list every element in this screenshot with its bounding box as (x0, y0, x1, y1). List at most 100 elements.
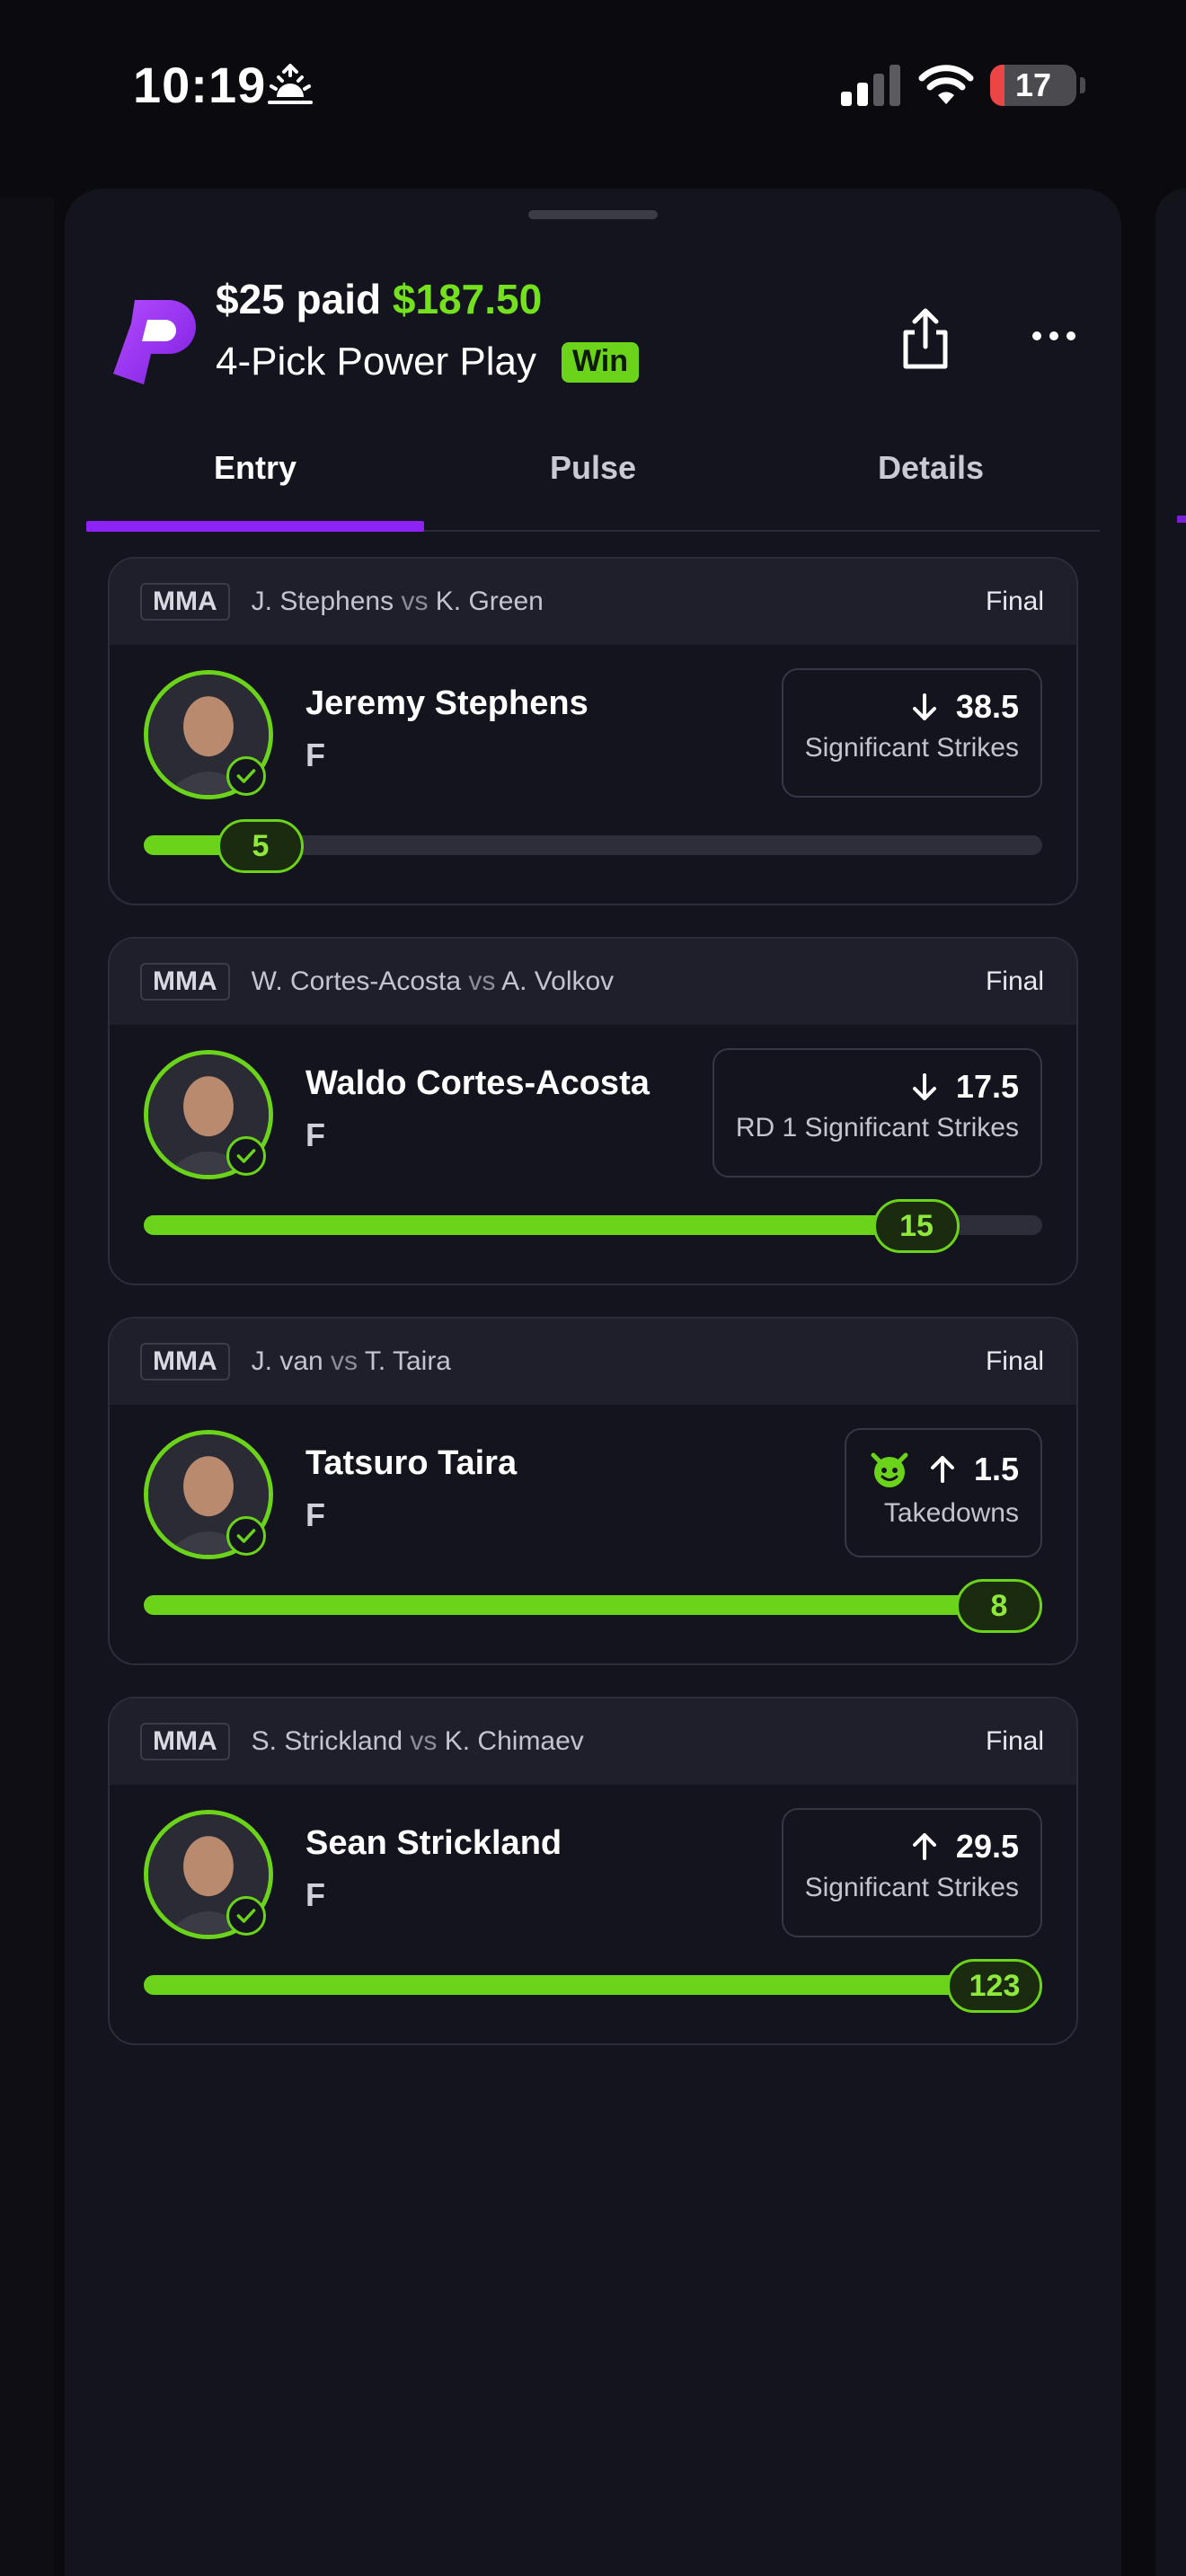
game-status: Final (985, 1346, 1044, 1376)
payout-amount: $187.50 (392, 276, 543, 322)
arrow-icon (912, 693, 936, 720)
pick-card-header: MMA S. Strickland vs K. Chimaev Final (110, 1698, 1076, 1785)
pick-card[interactable]: MMA J. van vs T. Taira Final Tatsuro Tai… (108, 1317, 1078, 1665)
tab-bar: Entry Pulse Details (86, 424, 1100, 532)
arrow-icon (912, 1833, 936, 1860)
game-status: Final (985, 966, 1044, 996)
arrow-icon (912, 1073, 936, 1100)
projection-line-row: 1.5 (868, 1448, 1019, 1491)
sheet-grabber[interactable] (528, 210, 658, 219)
projection-line: 17.5 (955, 1068, 1019, 1105)
stat-type: Takedowns (883, 1498, 1019, 1528)
league-badge: MMA (140, 583, 230, 621)
stat-type: RD 1 Significant Strikes (735, 1113, 1019, 1142)
entry-sheet: $25 paid $187.50 4-Pick Power Play Win E… (65, 189, 1121, 2576)
progress-fill (144, 1595, 1042, 1615)
player-name: Jeremy Stephens (305, 684, 589, 722)
result-value: 5 (217, 819, 304, 873)
battery-icon: 17 (990, 65, 1076, 106)
battery-level-text: 17 (1014, 66, 1052, 103)
projection-line-row: 38.5 (805, 688, 1019, 726)
projection-line: 29.5 (955, 1828, 1019, 1865)
vs-label: vs (331, 1346, 358, 1376)
background-sheet-right (1155, 189, 1186, 2576)
check-icon (226, 756, 266, 796)
more-icon[interactable] (1030, 327, 1078, 345)
play-type: 4-Pick Power Play (216, 340, 537, 384)
result-value: 123 (947, 1959, 1042, 2013)
fighter-b: A. Volkov (501, 966, 615, 996)
player-position: F (305, 1116, 325, 1153)
pick-card[interactable]: MMA J. Stephens vs K. Green Final Jeremy… (108, 557, 1078, 905)
stat-type: Significant Strikes (804, 1873, 1019, 1902)
player-position: F (305, 1876, 325, 1913)
check-icon (226, 1516, 266, 1556)
game-status: Final (985, 1726, 1044, 1756)
vs-label: vs (410, 1726, 438, 1756)
matchup-text: S. Strickland vs K. Chimaev (252, 1726, 986, 1757)
tab-details[interactable]: Details (762, 424, 1100, 530)
league-badge: MMA (140, 1343, 230, 1381)
sunrise-icon (268, 64, 313, 104)
projection-line: 38.5 (955, 688, 1019, 725)
player-position: F (305, 737, 325, 773)
matchup-text: W. Cortes-Acosta vs A. Volkov (252, 966, 986, 997)
battery-cap (1080, 77, 1085, 93)
check-icon (226, 1136, 266, 1176)
check-icon (226, 1896, 266, 1936)
league-badge: MMA (140, 963, 230, 1001)
win-badge: Win (562, 341, 640, 383)
pick-card[interactable]: MMA S. Strickland vs K. Chimaev Final Se… (108, 1697, 1078, 2045)
entry-paid-line: $25 paid $187.50 (216, 275, 542, 323)
fighter-b: K. Chimaev (444, 1726, 584, 1756)
cellular-signal-icon (841, 65, 900, 106)
play-type-line: 4-Pick Power Play Win (216, 340, 640, 384)
projection-line-row: 29.5 (805, 1828, 1019, 1866)
player-name: Tatsuro Taira (305, 1444, 518, 1482)
progress-fill (144, 1215, 916, 1235)
projection-box: 17.5 RD 1 Significant Strikes (712, 1048, 1042, 1178)
player-position: F (305, 1496, 325, 1533)
projection-line: 1.5 (973, 1451, 1019, 1487)
background-sheet-left (0, 198, 54, 2576)
vs-label: vs (468, 966, 496, 996)
arrow-icon (930, 1456, 954, 1483)
wifi-icon (918, 65, 974, 104)
result-value: 8 (956, 1579, 1042, 1633)
stat-type: Significant Strikes (804, 733, 1019, 763)
projection-line-row: 17.5 (736, 1068, 1019, 1106)
background-accent (1177, 516, 1186, 523)
paid-label: $25 paid (216, 276, 393, 322)
league-badge: MMA (140, 1723, 230, 1760)
tab-pulse[interactable]: Pulse (424, 424, 762, 530)
fighter-a: W. Cortes-Acosta (251, 966, 462, 996)
progress-fill (144, 1975, 1042, 1995)
pick-card-header: MMA W. Cortes-Acosta vs A. Volkov Final (110, 939, 1076, 1025)
game-status: Final (985, 587, 1044, 616)
progress-track (144, 1975, 1042, 1995)
pick-card-header: MMA J. Stephens vs K. Green Final (110, 559, 1076, 645)
result-value: 15 (873, 1199, 960, 1253)
player-name: Sean Strickland (305, 1824, 562, 1862)
prizepicks-logo-icon (113, 300, 196, 384)
fighter-a: J. van (251, 1346, 323, 1376)
share-icon[interactable] (898, 307, 952, 370)
matchup-text: J. van vs T. Taira (252, 1346, 986, 1377)
fighter-b: K. Green (435, 587, 544, 616)
projection-box: 29.5 Significant Strikes (781, 1808, 1042, 1937)
status-bar: 10:19 17 (0, 0, 1186, 171)
demon-icon (871, 1452, 908, 1487)
player-name: Waldo Cortes-Acosta (305, 1064, 650, 1102)
projection-box: 38.5 Significant Strikes (781, 668, 1042, 798)
tab-entry[interactable]: Entry (86, 424, 424, 532)
fighter-b: T. Taira (364, 1346, 451, 1376)
pick-card-header: MMA J. van vs T. Taira Final (110, 1319, 1076, 1405)
status-time: 10:19 (133, 57, 267, 113)
projection-box: 1.5 Takedowns (844, 1428, 1042, 1557)
pick-card[interactable]: MMA W. Cortes-Acosta vs A. Volkov Final … (108, 937, 1078, 1285)
vs-label: vs (401, 587, 429, 616)
fighter-a: S. Strickland (251, 1726, 403, 1756)
matchup-text: J. Stephens vs K. Green (252, 587, 986, 617)
progress-track (144, 1595, 1042, 1615)
fighter-a: J. Stephens (251, 587, 394, 616)
